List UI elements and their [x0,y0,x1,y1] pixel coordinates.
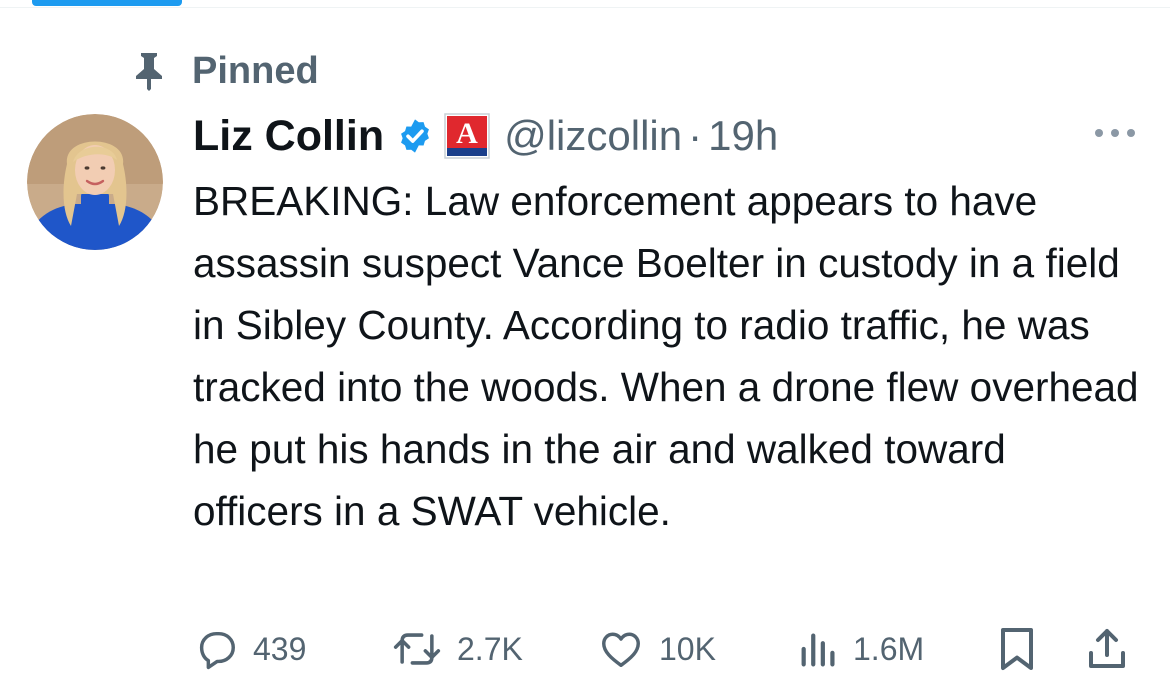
repost-icon [391,626,443,672]
more-dots-icon [1095,129,1135,137]
share-icon [1085,625,1129,673]
like-count: 10K [659,630,716,667]
header-separator: · [688,112,703,159]
active-tab-indicator [32,0,182,6]
reply-icon [193,626,239,672]
author-handle[interactable]: @lizcollin [504,112,682,160]
avatar[interactable] [27,114,163,250]
affiliate-logo-icon[interactable]: A [444,113,490,159]
author-name[interactable]: Liz Collin [193,112,384,161]
tweet-header: Liz Collin A @lizcollin · 19h [193,106,778,166]
tweet-text: BREAKING: Law enforcement appears to hav… [193,178,1139,534]
more-options-button[interactable] [1090,118,1140,148]
analytics-icon [799,626,839,672]
bookmark-icon [997,625,1037,673]
repost-button[interactable]: 2.7K [391,618,523,680]
pinned-indicator: Pinned [132,48,319,94]
top-divider [0,7,1170,8]
reply-button[interactable]: 439 [193,618,306,680]
repost-count: 2.7K [457,630,523,667]
pin-icon [132,51,172,91]
reply-count: 439 [253,630,307,667]
verified-badge-icon[interactable] [396,117,434,155]
pinned-label: Pinned [192,49,319,92]
affiliate-letter: A [456,117,478,150]
views-button[interactable]: 1.6M [799,618,924,680]
share-button[interactable] [1085,618,1129,680]
tweet-actions: 439 2.7K 10K 1.6M [193,618,1143,680]
heart-icon [597,626,645,672]
tweet-timestamp[interactable]: 19h [708,112,778,160]
bookmark-button[interactable] [997,618,1037,680]
like-button[interactable]: 10K [597,618,716,680]
views-count: 1.6M [853,630,925,667]
